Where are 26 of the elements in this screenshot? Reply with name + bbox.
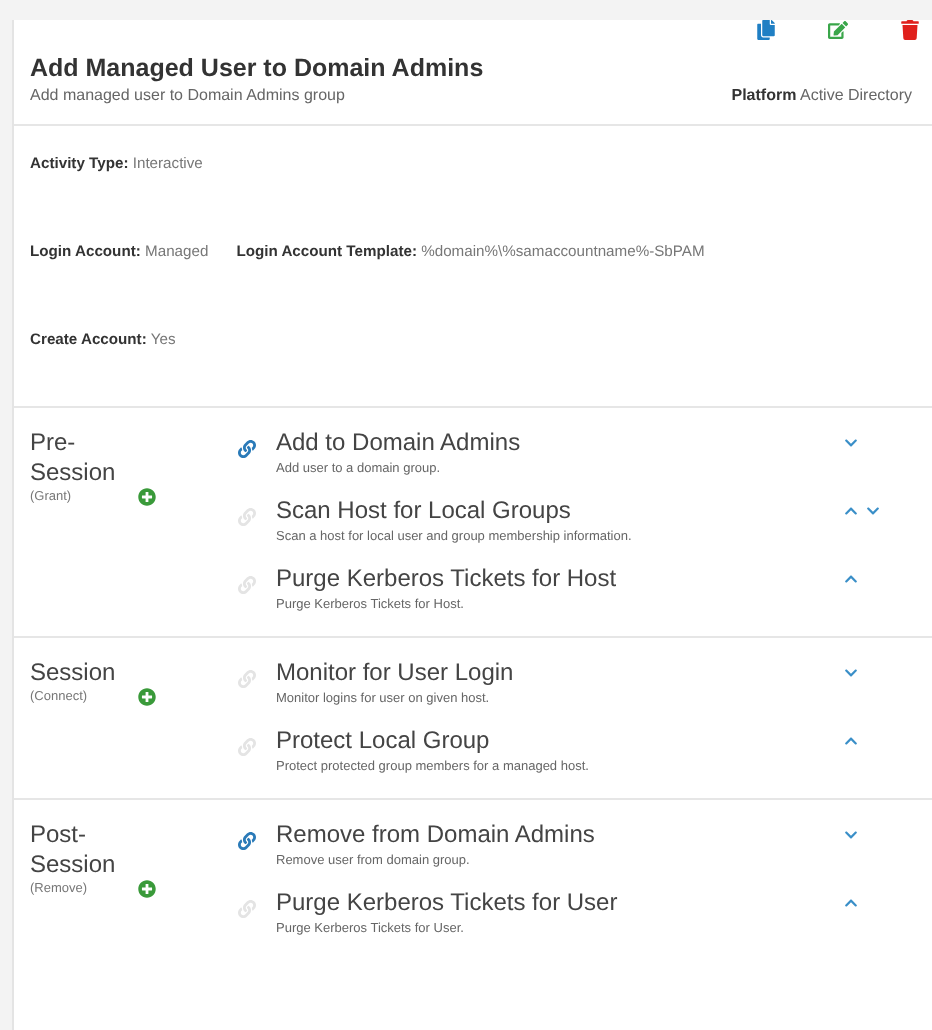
- section-name: Session: [30, 658, 118, 688]
- activity-name: Monitor for User Login: [276, 658, 516, 686]
- activity-name: Purge Kerberos Tickets for Host: [276, 564, 619, 592]
- activity-name: Scan Host for Local Groups: [276, 496, 573, 524]
- activity-title: Add Managed User to Domain Admins: [30, 54, 486, 82]
- platform-text: Platform Active Directory: [731, 86, 912, 104]
- add-icon[interactable]: [138, 688, 156, 706]
- section-name: Pre-Session: [30, 428, 118, 488]
- link-icon[interactable]: [238, 832, 262, 850]
- activity-description: Add managed user to Domain Admins group: [30, 86, 345, 104]
- move-down-icon[interactable]: [866, 504, 880, 518]
- move-up-icon[interactable]: [844, 572, 858, 586]
- move-up-icon[interactable]: [844, 734, 858, 748]
- activity-name: Protect Local Group: [276, 726, 492, 754]
- move-down-icon[interactable]: [844, 666, 858, 680]
- activity-name: Add to Domain Admins: [276, 428, 523, 456]
- activity-name: Purge Kerberos Tickets for User: [276, 888, 620, 916]
- activity-name: Remove from Domain Admins: [276, 820, 597, 848]
- move-down-icon[interactable]: [844, 828, 858, 842]
- add-icon[interactable]: [138, 880, 156, 898]
- move-down-icon[interactable]: [844, 436, 858, 450]
- move-up-icon[interactable]: [844, 504, 858, 518]
- move-up-icon[interactable]: [844, 896, 858, 910]
- link-icon[interactable]: [238, 440, 262, 458]
- add-icon[interactable]: [138, 488, 156, 506]
- section-name: Post-Session: [30, 820, 118, 880]
